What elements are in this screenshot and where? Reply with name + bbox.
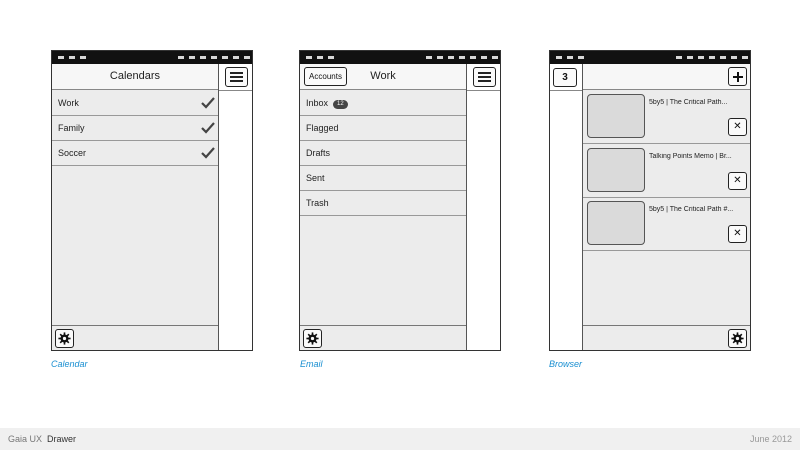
gear-icon [306,332,319,345]
tab-thumbnail [587,94,645,138]
calendar-item-work[interactable]: Work [52,91,218,116]
list-item-label: Sent [306,173,325,183]
drawer-header: Calendars [52,64,218,90]
checkmark-icon [201,147,215,159]
settings-button[interactable] [303,329,322,348]
drawer-header: Accounts Work [300,64,466,90]
mailbox-item-inbox[interactable]: Inbox 12 [300,91,466,116]
tab-title: 5by5 | The Critical Path... [649,99,728,106]
tab-thumbnail [587,201,645,245]
tab-list: 5by5 | The Critical Path... ✕ Talking Po… [583,91,750,325]
calendar-item-family[interactable]: Family [52,116,218,141]
tab-title: 5by5 | The Critical Path #... [649,206,734,213]
content-peek[interactable]: 3 [550,64,582,350]
drawer-header [583,64,750,90]
browser-drawer-mockup: 3 5by5 | The Critical Path... ✕ Talking … [549,50,751,351]
tab-title: Talking Points Memo | Br... [649,153,732,160]
mailbox-item-trash[interactable]: Trash [300,191,466,216]
tab-item[interactable]: 5by5 | The Critical Path #... ✕ [583,198,750,251]
footer-date: June 2012 [749,434,792,444]
close-tab-button[interactable]: ✕ [728,118,747,136]
mailbox-list: Inbox 12 Flagged Drafts Sent Trash [300,91,466,216]
calendar-item-soccer[interactable]: Soccer [52,141,218,166]
footer-title: Gaia UX Drawer [8,434,76,444]
page-title: Work [370,70,396,82]
list-item-label: Drafts [306,148,331,158]
calendar-list: Work Family Soccer [52,91,218,166]
list-item-label: Family [58,123,85,133]
unread-count-badge: 12 [333,100,348,109]
slide-footer: Gaia UX Drawer June 2012 [0,428,800,450]
close-icon: ✕ [733,175,742,186]
list-item-label: Soccer [58,148,87,158]
gear-icon [731,332,744,345]
menu-button[interactable] [473,67,496,87]
menu-button[interactable] [225,67,248,87]
tab-item[interactable]: Talking Points Memo | Br... ✕ [583,145,750,198]
new-tab-button[interactable] [728,67,747,86]
tab-count-button[interactable]: 3 [553,68,577,87]
list-item-label: Work [58,98,79,108]
email-drawer-mockup: Accounts Work Inbox 12 Flagged Drafts Sen… [299,50,501,351]
mailbox-item-drafts[interactable]: Drafts [300,141,466,166]
settings-button[interactable] [728,329,747,348]
tab-item[interactable]: 5by5 | The Critical Path... ✕ [583,91,750,144]
status-bar [550,51,750,64]
drawer-footer [583,325,750,350]
checkmark-icon [201,97,215,109]
caption-email: Email [300,359,323,369]
footer-brand: Gaia UX [8,434,43,444]
list-item-label: Trash [306,198,329,208]
calendar-drawer-mockup: Calendars Work Family Soccer [51,50,253,351]
status-bar [52,51,252,64]
list-item-label: Flagged [306,123,339,133]
caption-calendar: Calendar [51,359,88,369]
mailbox-item-flagged[interactable]: Flagged [300,116,466,141]
content-peek[interactable] [219,64,252,350]
footer-subtitle: Drawer [47,434,77,444]
caption-browser: Browser [549,359,583,369]
drawer-footer [52,325,218,350]
close-tab-button[interactable]: ✕ [728,225,747,243]
settings-button[interactable] [55,329,74,348]
status-bar [300,51,500,64]
accounts-button[interactable]: Accounts [304,67,347,86]
close-icon: ✕ [733,228,742,239]
mailbox-item-sent[interactable]: Sent [300,166,466,191]
list-item-label: Inbox [306,98,329,108]
tab-thumbnail [587,148,645,192]
close-tab-button[interactable]: ✕ [728,172,747,190]
checkmark-icon [201,122,215,134]
close-icon: ✕ [733,121,742,132]
drawer-footer [300,325,466,350]
gear-icon [58,332,71,345]
page-title: Calendars [109,70,161,82]
content-peek[interactable] [467,64,500,350]
